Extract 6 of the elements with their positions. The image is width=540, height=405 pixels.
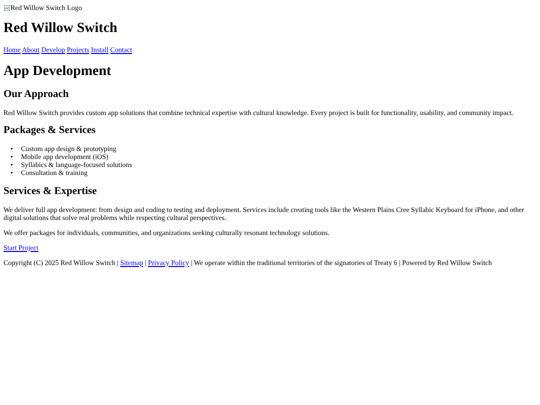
site-title: Red Willow Switch bbox=[4, 20, 118, 37]
section-heading: Services & Expertise bbox=[4, 186, 98, 197]
page-title: App Development bbox=[4, 64, 112, 80]
section-heading: Our Approach bbox=[4, 89, 70, 100]
section-heading: Packages & Services bbox=[4, 125, 97, 136]
broken-image-icon bbox=[4, 4, 10, 11]
